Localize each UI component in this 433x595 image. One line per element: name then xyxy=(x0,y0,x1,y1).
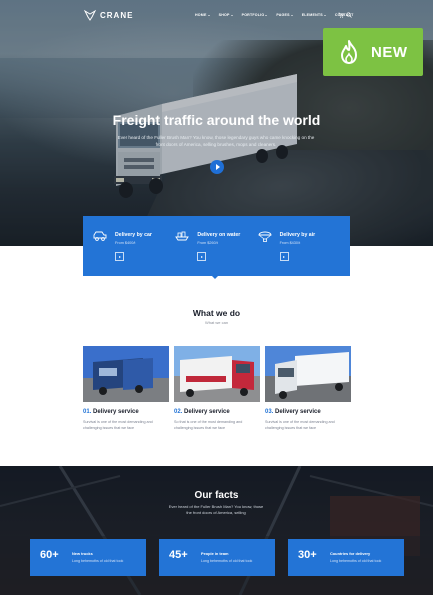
services-pointer xyxy=(212,276,218,279)
fact-label: Countries for delivery xyxy=(330,551,371,556)
fact-trucks: 60+ New trucks Long behemoths of old tha… xyxy=(30,539,146,576)
white-truck-photo xyxy=(265,346,351,402)
main-menu: HOME SHOP PORTFOLIO PAGES ELEMENTS CONTA… xyxy=(195,13,354,17)
service-more-button[interactable] xyxy=(115,252,124,261)
service-title: Delivery on water xyxy=(197,232,241,238)
blue-truck-photo xyxy=(83,346,169,402)
fact-sub: Long behemoths of old that took xyxy=(72,559,124,563)
caret-down-icon xyxy=(290,14,293,16)
service-price: From $260/t xyxy=(197,241,218,245)
service-car[interactable]: Delivery by car From $400/t xyxy=(93,230,175,276)
card-title: 01. Delivery service xyxy=(83,409,169,415)
fact-countries: 30+ Countries for delivery Long behemoth… xyxy=(288,539,404,576)
service-title: Delivery by car xyxy=(115,232,152,238)
fact-team: 45+ People in team Long behemoths of old… xyxy=(159,539,275,576)
facts-text: Ever heard of the Fuller Brush Man? You … xyxy=(168,504,264,515)
caret-down-icon xyxy=(323,14,326,16)
card-title: 02. Delivery service xyxy=(174,409,260,415)
menu-item-elements[interactable]: ELEMENTS xyxy=(302,13,326,17)
arrow-right-icon xyxy=(283,255,286,258)
fact-number: 45+ xyxy=(169,549,188,561)
red-truck-photo xyxy=(174,346,260,402)
ship-icon xyxy=(175,231,190,241)
car-icon xyxy=(93,231,107,241)
menu-label: HOME xyxy=(195,13,207,17)
flame-icon xyxy=(341,40,357,64)
fact-sub: Long behemoths of old that took xyxy=(330,559,382,563)
card-text: Survival is one of the most demanding an… xyxy=(83,420,153,430)
caret-down-icon xyxy=(230,14,233,16)
service-price: From $400/t xyxy=(115,241,136,245)
hero-title: Freight traffic around the world xyxy=(112,112,321,128)
menu-label: PORTFOLIO xyxy=(241,13,265,17)
facts-title: Our facts xyxy=(194,490,239,501)
service-card-3[interactable]: 03. Delivery service Survival is one of … xyxy=(265,346,351,431)
service-more-button[interactable] xyxy=(197,252,207,261)
service-price: From $430/t xyxy=(279,241,301,245)
menu-item-home[interactable]: HOME xyxy=(195,13,210,17)
card-text: Survival is one of the most demanding an… xyxy=(265,420,335,430)
card-number: 03. xyxy=(265,409,274,415)
menu-label: ELEMENTS xyxy=(301,13,323,17)
logo-text: CRANE xyxy=(100,10,134,20)
crane-logo-icon xyxy=(84,9,96,21)
menu-item-pages[interactable]: PAGES xyxy=(276,13,293,17)
card-number: 02. xyxy=(174,409,183,415)
fact-number: 30+ xyxy=(298,549,317,561)
what-we-do-title: What we do xyxy=(192,308,241,318)
card-title-text: Delivery service xyxy=(184,409,230,415)
parachute-icon xyxy=(258,231,272,242)
menu-label: PAGES xyxy=(276,13,290,17)
logo[interactable]: CRANE xyxy=(84,9,133,21)
card-title-text: Delivery service xyxy=(275,409,321,415)
fact-label: New trucks xyxy=(72,551,93,556)
card-title-text: Delivery service xyxy=(93,409,139,415)
services-bar: Delivery by car From $400/t Delivery on … xyxy=(83,216,350,276)
new-badge: NEW xyxy=(323,28,423,76)
service-more-button[interactable] xyxy=(279,252,289,261)
service-title: Delivery by air xyxy=(279,232,316,238)
what-we-do-subtitle: What we can xyxy=(204,320,229,325)
card-title: 03. Delivery service xyxy=(265,409,351,415)
new-badge-label: NEW xyxy=(371,43,408,61)
menu-item-shop[interactable]: SHOP xyxy=(219,13,233,17)
service-air[interactable]: Delivery by air From $430/t xyxy=(258,230,340,276)
service-card-2[interactable]: 02. Delivery service So that is one of t… xyxy=(174,346,260,431)
play-icon xyxy=(215,164,220,170)
card-text: So that is one of the most demanding and… xyxy=(174,420,243,430)
fact-sub: Long behemoths of old that took xyxy=(201,559,253,563)
fact-number: 60+ xyxy=(40,549,59,561)
service-card-1[interactable]: 01. Delivery service Survival is one of … xyxy=(83,346,169,431)
play-button[interactable] xyxy=(210,160,224,174)
card-number: 01. xyxy=(83,409,92,415)
menu-label: SHOP xyxy=(218,13,230,17)
fact-label: People in team xyxy=(201,551,229,556)
arrow-right-icon xyxy=(200,255,203,258)
arrow-right-icon xyxy=(118,255,121,258)
cart-icon[interactable] xyxy=(338,12,344,18)
caret-down-icon xyxy=(265,14,268,16)
menu-item-portfolio[interactable]: PORTFOLIO xyxy=(242,13,268,17)
hero-text: Ever heard of the Fuller Brush Man? You … xyxy=(117,135,315,147)
service-water[interactable]: Delivery on water From $260/t xyxy=(175,230,257,276)
search-icon[interactable] xyxy=(346,12,352,18)
caret-down-icon xyxy=(207,14,210,16)
